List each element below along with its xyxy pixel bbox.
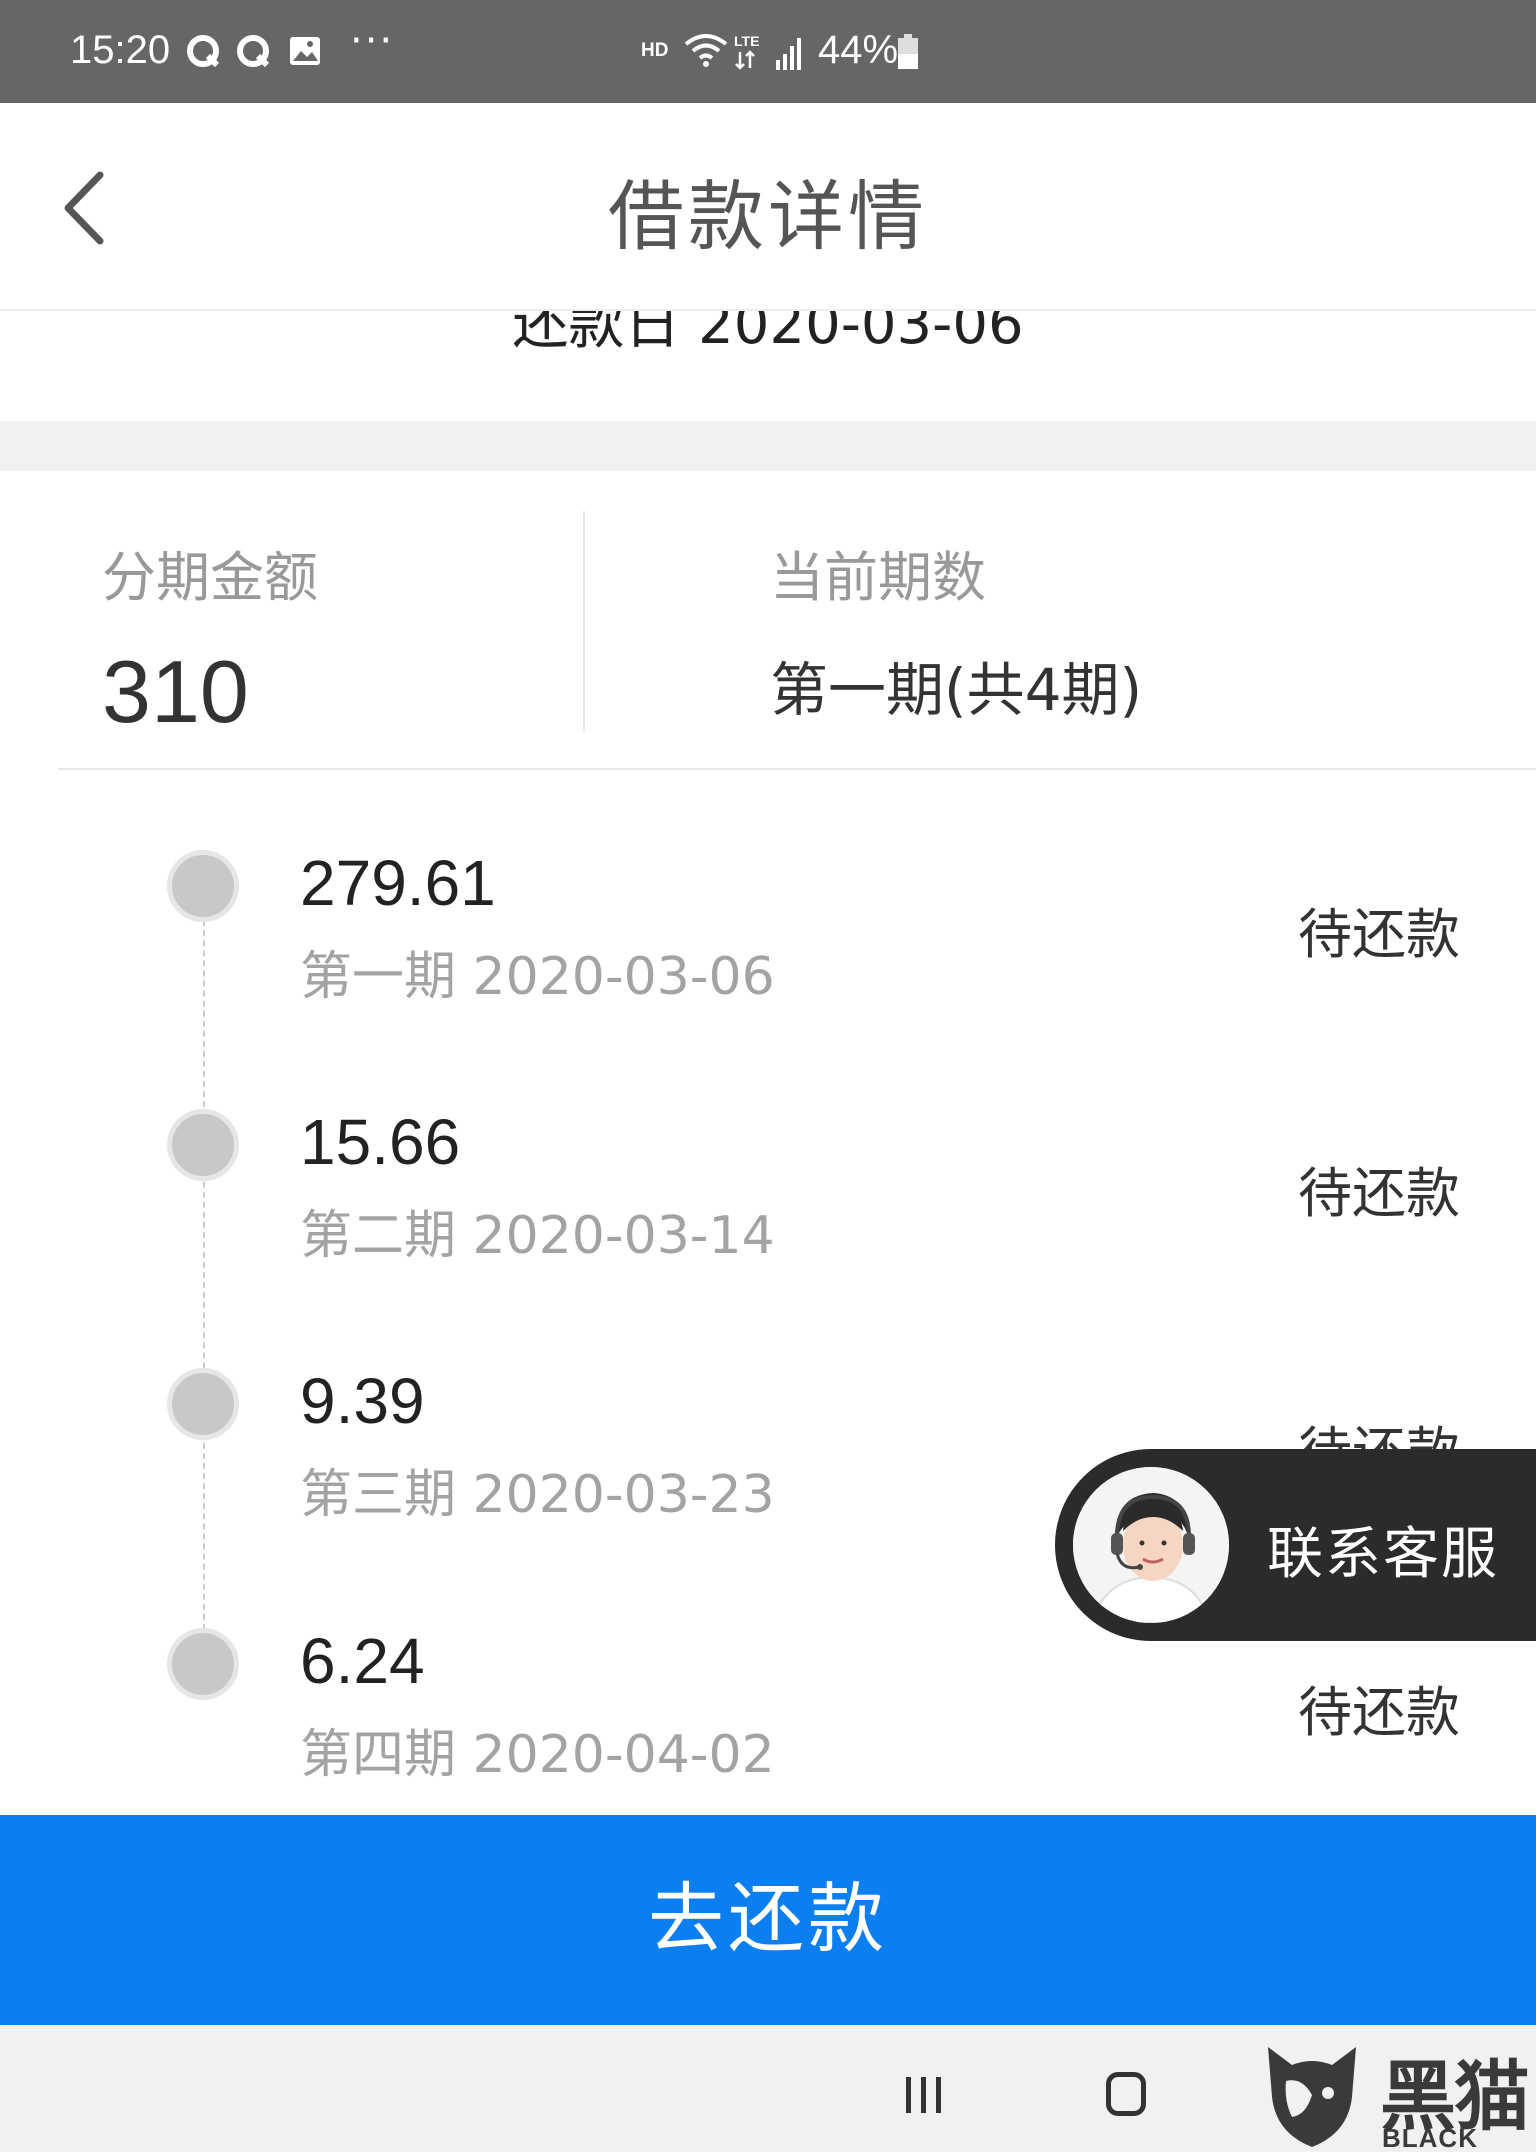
- nav-header: 借款详情: [0, 103, 1536, 311]
- home-icon[interactable]: [1106, 2072, 1146, 2116]
- timeline-dot: [167, 1628, 239, 1700]
- period-label: 当前期数: [770, 546, 986, 609]
- installment-period-date: 第二期 2020-03-14: [300, 1206, 775, 1266]
- hd-indicator: HD: [641, 40, 669, 61]
- section-divider: [0, 421, 1536, 471]
- installment-status: 待还款: [1298, 903, 1460, 966]
- recents-icon[interactable]: [902, 2075, 946, 2115]
- contact-service-button[interactable]: 联系客服: [1055, 1449, 1536, 1641]
- amount-label: 分期金额: [102, 546, 318, 609]
- installment-period-date: 第四期 2020-04-02: [300, 1725, 775, 1785]
- installment-period-date: 第三期 2020-03-23: [300, 1465, 775, 1525]
- qq-icon: [237, 35, 270, 68]
- black-cat-logo-icon: [1268, 2047, 1356, 2147]
- installment-amount: 279.61: [300, 847, 496, 919]
- repay-button[interactable]: 去还款: [0, 1815, 1536, 2025]
- more-dots-icon: ···: [350, 18, 395, 64]
- watermark: 黑猫 BLACK CAT: [1262, 2035, 1536, 2152]
- page-title: 借款详情: [608, 172, 928, 261]
- battery-icon: [898, 34, 918, 69]
- repayment-date-row: 还款日 2020-03-06: [0, 311, 1536, 421]
- signal-icon: [776, 38, 801, 70]
- installment-summary: 分期金额 310 当前期数 第一期(共4期): [0, 471, 1536, 771]
- watermark-subtext: BLACK CAT: [1382, 2123, 1478, 2152]
- summary-divider: [583, 511, 585, 731]
- svg-text:LTE: LTE: [734, 33, 759, 49]
- status-time: 15:20: [70, 28, 171, 72]
- installment-item[interactable]: 15.66 第二期 2020-03-14 待还款: [0, 1093, 1536, 1293]
- status-bar: 15:20 ··· HD LTE 44%: [0, 0, 1536, 103]
- wifi-icon: [684, 34, 728, 67]
- lte-icon: LTE: [734, 33, 759, 70]
- timeline-dot: [167, 1368, 239, 1440]
- summary-bottom-divider: [58, 768, 1536, 770]
- battery-percent: 44%: [818, 28, 899, 72]
- qq-icon: [187, 35, 220, 68]
- installment-amount: 15.66: [300, 1106, 461, 1178]
- installment-period-date: 第一期 2020-03-06: [300, 947, 775, 1007]
- system-nav-bar: 黑猫 BLACK CAT: [0, 2025, 1536, 2152]
- contact-service-label: 联系客服: [1267, 1522, 1499, 1587]
- amount-value: 310: [102, 642, 249, 741]
- installment-item[interactable]: 279.61 第一期 2020-03-06 待还款: [0, 834, 1536, 1034]
- network-icons: LTE: [684, 33, 801, 70]
- installment-amount: 6.24: [300, 1625, 425, 1697]
- installment-status: 待还款: [1298, 1162, 1460, 1225]
- installment-item[interactable]: 6.24 第四期 2020-04-02 待还款: [0, 1612, 1536, 1812]
- agent-avatar: [1073, 1467, 1229, 1623]
- period-value: 第一期(共4期): [770, 656, 1143, 724]
- timeline-dot: [167, 850, 239, 922]
- timeline-dot: [167, 1109, 239, 1181]
- installment-status: 待还款: [1298, 1681, 1460, 1744]
- installment-amount: 9.39: [300, 1365, 425, 1437]
- image-icon: [290, 37, 320, 65]
- headset-agent-icon: [1073, 1467, 1229, 1623]
- repayment-date-text: 还款日 2020-03-06: [512, 311, 1024, 357]
